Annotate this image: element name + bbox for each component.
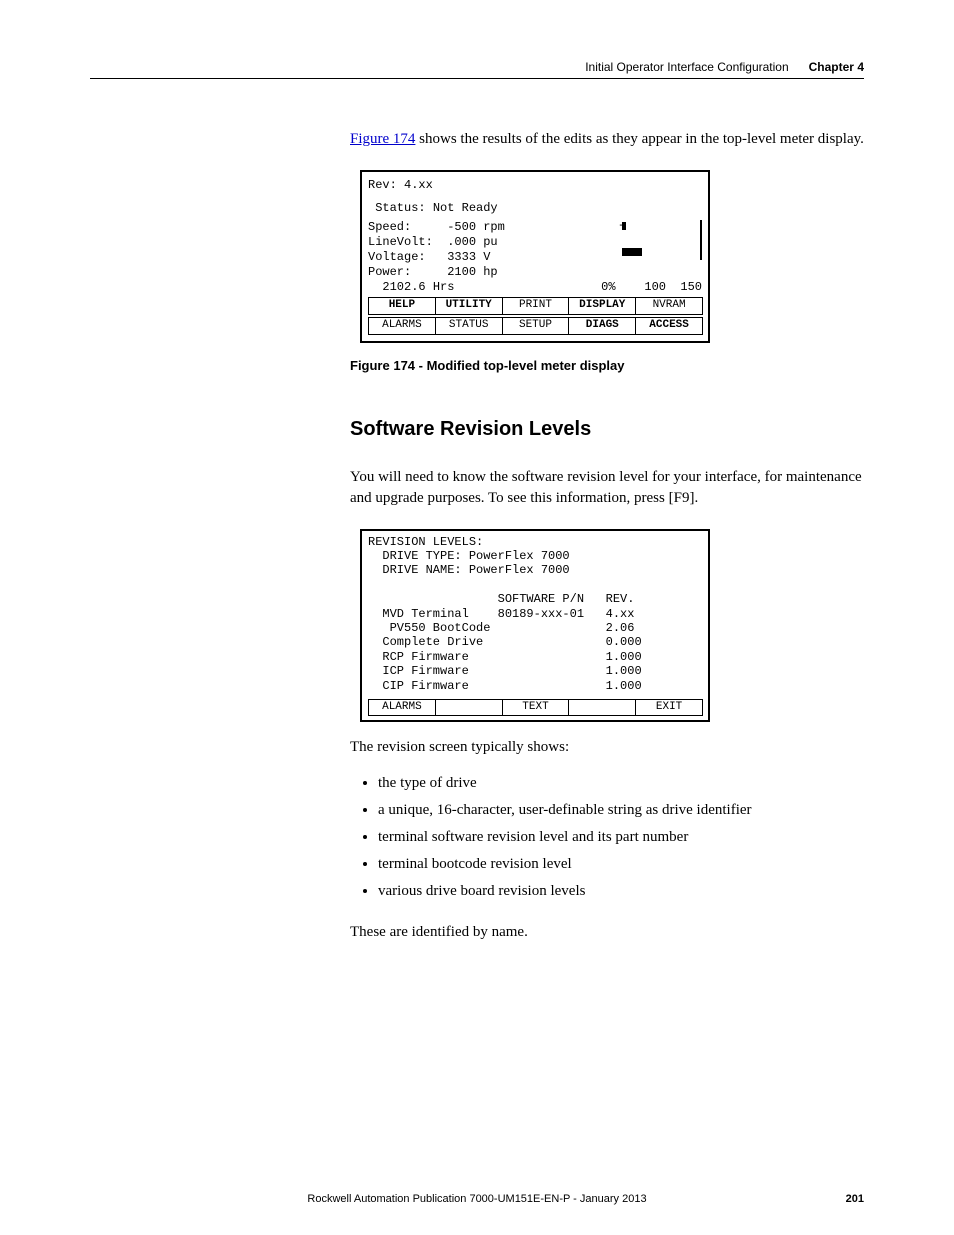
- scale-right-mark: [698, 220, 702, 260]
- page: Initial Operator Interface Configuration…: [0, 0, 954, 1235]
- revision-levels-display: REVISION LEVELS: DRIVE TYPE: PowerFlex 7…: [360, 529, 710, 722]
- rev-body: DRIVE TYPE: PowerFlex 7000 DRIVE NAME: P…: [368, 549, 702, 693]
- list-intro: The revision screen typically shows:: [350, 737, 864, 758]
- lcd-scale-labels: 0% 100 150: [601, 280, 702, 295]
- content-column: Figure 174 shows the results of the edit…: [350, 129, 864, 943]
- header-chapter: Chapter 4: [809, 60, 864, 74]
- revision-bullets: the type of drive a unique, 16-character,…: [378, 773, 864, 902]
- bullet-item: a unique, 16-character, user-definable s…: [378, 800, 864, 821]
- fkey-access[interactable]: ACCESS: [635, 317, 703, 335]
- fkey-alarms[interactable]: ALARMS: [368, 317, 436, 335]
- rev-fkey-exit[interactable]: EXIT: [635, 699, 703, 716]
- figure-174-caption: Figure 174 - Modified top-level meter di…: [350, 357, 864, 375]
- fkey-setup[interactable]: SETUP: [502, 317, 570, 335]
- section-heading-software-revision: Software Revision Levels: [350, 415, 864, 443]
- lcd-meter-display: Rev: 4.xx Status: Not Ready Speed: -500 …: [360, 170, 710, 343]
- fkey-utility[interactable]: UTILITY: [435, 297, 503, 315]
- rev-title: REVISION LEVELS:: [368, 535, 702, 549]
- bullet-item: terminal bootcode revision level: [378, 854, 864, 875]
- fkey-nvram[interactable]: NVRAM: [635, 297, 703, 315]
- page-footer: Rockwell Automation Publication 7000-UM1…: [0, 1193, 954, 1205]
- page-header: Initial Operator Interface Configuration…: [90, 60, 864, 79]
- footer-page-number: 201: [846, 1193, 864, 1205]
- fkey-help[interactable]: HELP: [368, 297, 436, 315]
- fkey-diags[interactable]: DIAGS: [568, 317, 636, 335]
- footer-publication: Rockwell Automation Publication 7000-UM1…: [307, 1193, 646, 1205]
- fkey-display[interactable]: DISPLAY: [568, 297, 636, 315]
- lcd-hours: 2102.6 Hrs: [368, 280, 454, 295]
- rev-fkey-blank: [435, 699, 503, 716]
- bullet-item: terminal software revision level and its…: [378, 827, 864, 848]
- rev-fkey-blank: [568, 699, 636, 716]
- lcd-bars: -: [562, 220, 702, 268]
- lcd-meters-left: Speed: -500 rpm LineVolt: .000 pu Voltag…: [368, 220, 505, 280]
- fkey-status[interactable]: STATUS: [435, 317, 503, 335]
- lcd-hours-row: 2102.6 Hrs 0% 100 150: [368, 280, 702, 295]
- rev-fkey-alarms[interactable]: ALARMS: [368, 699, 436, 716]
- intro-paragraph-text: shows the results of the edits as they a…: [415, 131, 864, 147]
- lcd-fkeys-row2: ALARMSSTATUSSETUPDIAGSACCESS: [368, 317, 702, 335]
- header-section: Initial Operator Interface Configuration: [585, 60, 788, 74]
- bar-speed: [622, 222, 626, 230]
- lcd-status-line: Status: Not Ready: [368, 201, 702, 216]
- bullet-item: various drive board revision levels: [378, 881, 864, 902]
- lcd-status-text: Status: Not Ready: [375, 201, 497, 215]
- lcd-rev-line: Rev: 4.xx: [368, 178, 702, 193]
- intro-paragraph: Figure 174 shows the results of the edit…: [350, 129, 864, 150]
- figure-174-link[interactable]: Figure 174: [350, 131, 415, 147]
- closing-paragraph: These are identified by name.: [350, 922, 864, 943]
- fkey-print[interactable]: PRINT: [502, 297, 570, 315]
- bar-power: [622, 248, 642, 256]
- bullet-item: the type of drive: [378, 773, 864, 794]
- lcd-meters-block: Speed: -500 rpm LineVolt: .000 pu Voltag…: [368, 220, 702, 280]
- rev-fkey-text[interactable]: TEXT: [502, 699, 570, 716]
- section-paragraph: You will need to know the software revis…: [350, 467, 864, 509]
- lcd-fkeys-row1: HELPUTILITYPRINTDISPLAYNVRAM: [368, 297, 702, 315]
- rev-fkeys: ALARMS TEXT EXIT: [368, 699, 702, 716]
